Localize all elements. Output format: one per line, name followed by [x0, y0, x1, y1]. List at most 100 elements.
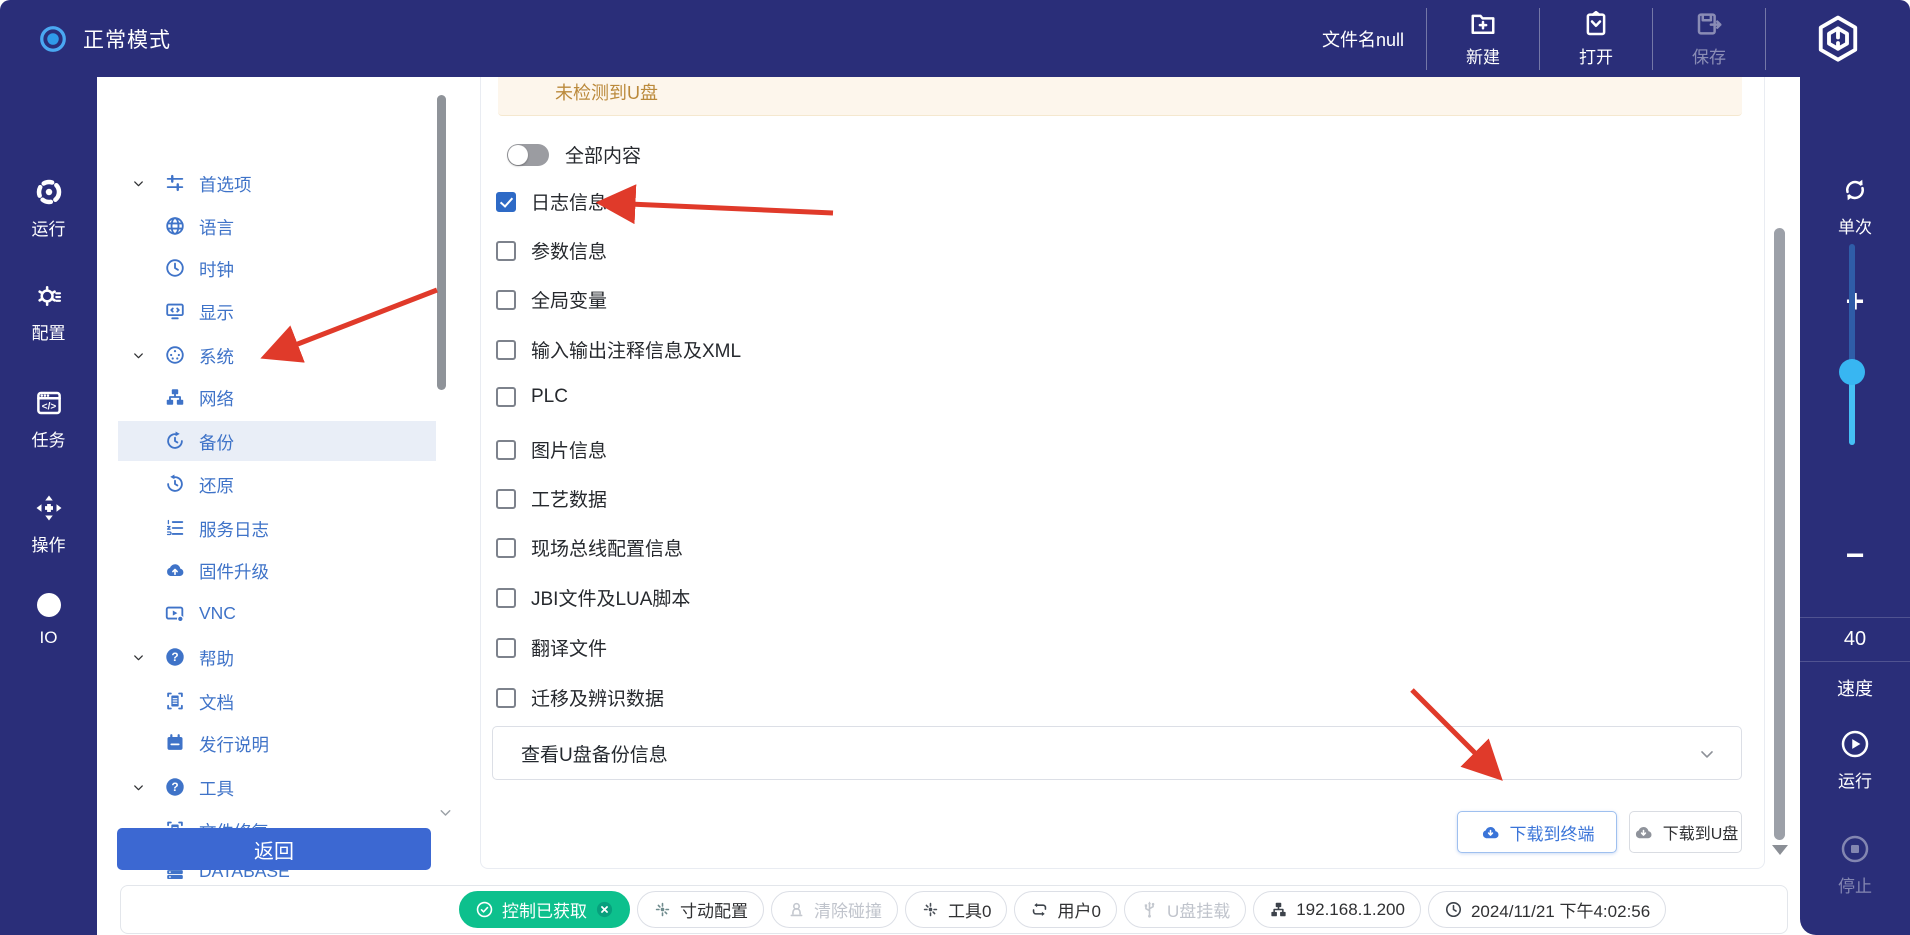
- menu-item-preferences[interactable]: 首选项: [118, 163, 436, 203]
- menu-item-network[interactable]: 网络: [118, 377, 436, 417]
- datetime-pill[interactable]: 2024/11/21 下午4:02:56: [1428, 891, 1666, 928]
- io-cycle-icon: [34, 590, 64, 620]
- speed-slider-knob[interactable]: [1839, 359, 1865, 385]
- loop-arrows-icon: [1030, 900, 1049, 919]
- settings-menu-panel: 首选项 语言 时钟 显示 系统 网络 备份 还原: [118, 77, 455, 828]
- menu-item-service-log[interactable]: 服务日志: [118, 508, 436, 548]
- checkbox-row-migration-data[interactable]: 迁移及辨识数据: [496, 684, 664, 711]
- control-acquired-pill[interactable]: 控制已获取: [459, 891, 630, 928]
- menu-item-clock[interactable]: 时钟: [118, 248, 436, 288]
- select-all-toggle[interactable]: [507, 144, 549, 166]
- jog-config-pill[interactable]: 寸动配置: [637, 891, 764, 928]
- menu-item-firmware-upgrade[interactable]: 固件升级: [118, 550, 436, 590]
- question-circle-icon: [164, 646, 186, 668]
- menu-item-language[interactable]: 语言: [118, 206, 436, 246]
- checkbox-global-vars[interactable]: [496, 290, 516, 310]
- run-target-icon: [34, 177, 64, 207]
- menu-item-restore[interactable]: 还原: [118, 464, 436, 504]
- speed-label: 速度: [1800, 675, 1910, 701]
- download-to-usb-button[interactable]: 下载到U盘: [1629, 811, 1742, 853]
- checkbox-row-translation-files[interactable]: 翻译文件: [496, 634, 607, 661]
- checkbox-row-log-info[interactable]: 日志信息: [496, 188, 607, 215]
- run-button[interactable]: 运行: [1800, 729, 1910, 792]
- filename-label: 文件名null: [1322, 26, 1404, 52]
- divider: [1800, 661, 1910, 662]
- speed-increase-button[interactable]: +: [1800, 285, 1910, 317]
- menu-scroll-more-icon[interactable]: [437, 804, 454, 821]
- usb-mount-pill[interactable]: U盘挂载: [1124, 891, 1246, 928]
- jog-icon: [921, 900, 940, 919]
- checkbox-migration-data[interactable]: [496, 688, 516, 708]
- checkbox-row-fieldbus-config[interactable]: 现场总线配置信息: [496, 534, 683, 561]
- cloud-upload-icon: [164, 559, 186, 581]
- ip-address-pill[interactable]: 192.168.1.200: [1253, 891, 1421, 928]
- nav-task[interactable]: 任务: [0, 388, 97, 451]
- single-cycle-button[interactable]: 单次: [1800, 175, 1910, 238]
- menu-item-help[interactable]: 帮助: [118, 637, 436, 677]
- checkbox-param-info[interactable]: [496, 241, 516, 261]
- backup-icon: [164, 430, 186, 452]
- menu-item-tools[interactable]: 工具: [118, 767, 436, 807]
- menu-item-vnc[interactable]: VNC: [118, 594, 436, 634]
- checkbox-row-global-vars[interactable]: 全局变量: [496, 286, 607, 313]
- right-control-rail: 单次 + − 40 速度 运行 停止 拖动: [1800, 77, 1910, 935]
- chevron-down-icon[interactable]: [131, 780, 146, 795]
- usb-backup-info-select[interactable]: 查看U盘备份信息: [492, 726, 1742, 780]
- checkbox-fieldbus-config[interactable]: [496, 538, 516, 558]
- checkbox-process-data[interactable]: [496, 489, 516, 509]
- speed-value: 40: [1800, 628, 1910, 651]
- tool-pill[interactable]: 工具0: [905, 891, 1007, 928]
- code-window-icon: [34, 388, 64, 418]
- download-to-terminal-button[interactable]: 下载到终端: [1457, 811, 1617, 853]
- menu-item-docs[interactable]: 文档: [118, 681, 436, 721]
- main-scrollbar-thumb[interactable]: [1774, 228, 1785, 840]
- chevron-down-icon[interactable]: [131, 176, 146, 191]
- checkbox-jbi-lua[interactable]: [496, 588, 516, 608]
- checkbox-io-comments-xml[interactable]: [496, 340, 516, 360]
- checkbox-plc[interactable]: [496, 387, 516, 407]
- save-file-button[interactable]: 保存: [1653, 0, 1765, 77]
- refresh-icon: [1840, 175, 1870, 205]
- checkbox-row-image-info[interactable]: 图片信息: [496, 436, 607, 463]
- screen-share-icon: [164, 603, 186, 625]
- main-scroll-down-icon[interactable]: [1772, 845, 1788, 855]
- system-dial-icon: [164, 344, 186, 366]
- clear-collision-pill[interactable]: 清除碰撞: [771, 891, 898, 928]
- chevron-down-icon[interactable]: [131, 348, 146, 363]
- nav-io[interactable]: IO: [0, 590, 97, 648]
- checkbox-log-info[interactable]: [496, 192, 516, 212]
- jog-icon: [653, 900, 672, 919]
- collision-robot-icon: [787, 900, 806, 919]
- top-bar: 正常模式 文件名null 新建 打开 保存: [0, 0, 1910, 77]
- menu-item-release-notes[interactable]: 发行说明: [118, 723, 436, 763]
- stop-button[interactable]: 停止: [1800, 834, 1910, 897]
- app-window: 正常模式 文件名null 新建 打开 保存: [0, 0, 1910, 935]
- close-circle-icon[interactable]: [595, 900, 614, 919]
- menu-item-system[interactable]: 系统: [118, 335, 436, 375]
- chevron-down-icon[interactable]: [131, 650, 146, 665]
- checkbox-row-param-info[interactable]: 参数信息: [496, 237, 607, 264]
- mode-indicator: 正常模式: [38, 24, 171, 54]
- checkbox-translation-files[interactable]: [496, 638, 516, 658]
- nav-run[interactable]: 运行: [0, 177, 97, 240]
- nav-operate[interactable]: 操作: [0, 493, 97, 556]
- mode-radio-icon: [38, 24, 68, 54]
- menu-scrollbar-thumb[interactable]: [437, 95, 446, 390]
- nav-config[interactable]: 配置: [0, 281, 97, 344]
- back-button[interactable]: 返回: [117, 828, 431, 870]
- history-icon: [164, 473, 186, 495]
- checkbox-row-jbi-lua[interactable]: JBI文件及LUA脚本: [496, 584, 690, 611]
- checkbox-row-plc[interactable]: PLC: [496, 386, 568, 408]
- divider: [1800, 617, 1910, 618]
- checkbox-row-process-data[interactable]: 工艺数据: [496, 485, 607, 512]
- speed-slider-track[interactable]: [1849, 244, 1855, 445]
- checkbox-row-io-comments-xml[interactable]: 输入输出注释信息及XML: [496, 336, 741, 363]
- menu-item-backup[interactable]: 备份: [118, 421, 436, 461]
- new-file-button[interactable]: 新建: [1427, 0, 1539, 77]
- open-file-button[interactable]: 打开: [1540, 0, 1652, 77]
- menu-item-display[interactable]: 显示: [118, 291, 436, 331]
- checkbox-image-info[interactable]: [496, 440, 516, 460]
- speed-decrease-button[interactable]: −: [1800, 539, 1910, 571]
- user-pill[interactable]: 用户0: [1014, 891, 1116, 928]
- numbered-list-icon: [164, 517, 186, 539]
